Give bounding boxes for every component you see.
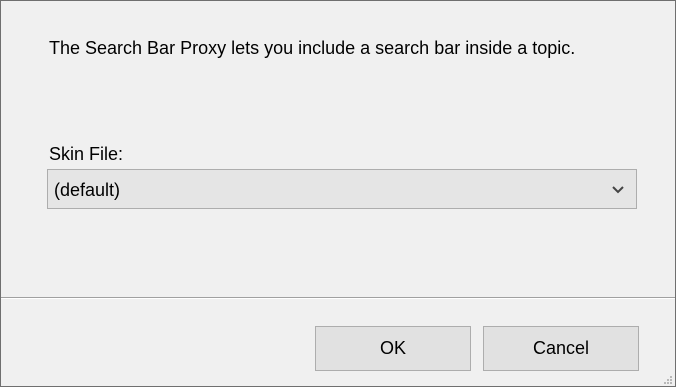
dialog-description: The Search Bar Proxy lets you include a …: [49, 38, 576, 58]
cancel-button[interactable]: Cancel: [483, 326, 639, 371]
resize-grip-icon[interactable]: [661, 372, 673, 384]
ok-button[interactable]: OK: [315, 326, 471, 371]
search-bar-proxy-dialog: The Search Bar Proxy lets you include a …: [0, 0, 676, 387]
skin-file-dropdown[interactable]: (default): [47, 169, 637, 209]
skin-file-selected-value: (default): [54, 180, 121, 200]
skin-file-label: Skin File:: [49, 144, 124, 164]
footer-separator: [1, 297, 675, 299]
chevron-down-icon[interactable]: [610, 182, 626, 198]
